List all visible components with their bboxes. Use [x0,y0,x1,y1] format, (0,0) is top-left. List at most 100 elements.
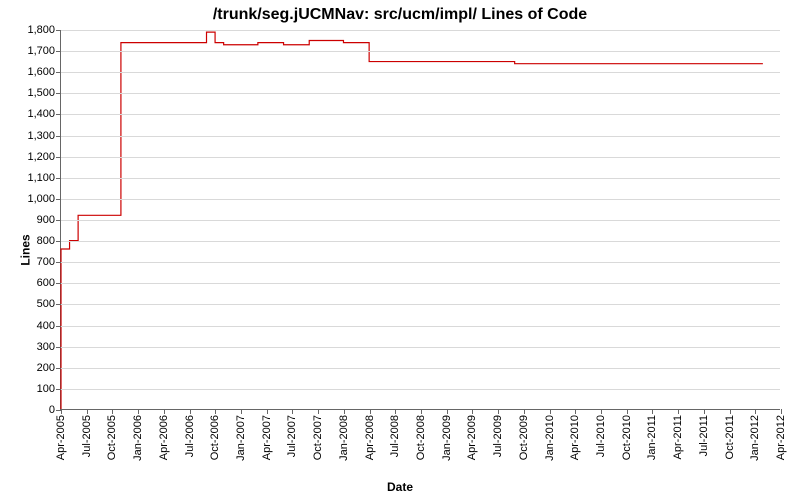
x-tick [550,409,551,414]
x-tick [215,409,216,414]
y-tick-label: 500 [37,298,55,310]
y-tick [56,199,61,200]
y-tick-label: 900 [37,214,55,226]
y-tick [56,157,61,158]
x-tick [755,409,756,414]
plot-area: 01002003004005006007008009001,0001,1001,… [60,30,780,410]
y-tick-label: 600 [37,277,55,289]
gridline [61,72,780,73]
x-tick-label: Apr-2011 [672,415,684,459]
x-tick-label: Jul-2009 [492,415,504,457]
x-tick [267,409,268,414]
gridline [61,51,780,52]
x-axis-label: Date [0,480,800,494]
gridline [61,326,780,327]
gridline [61,157,780,158]
x-tick-label: Apr-2009 [466,415,478,460]
x-tick-label: Jul-2011 [698,415,710,456]
x-tick [395,409,396,414]
y-tick [56,389,61,390]
gridline [61,283,780,284]
gridline [61,241,780,242]
gridline [61,136,780,137]
y-tick-label: 1,600 [27,66,55,78]
gridline [61,199,780,200]
y-tick-label: 1,100 [27,172,55,184]
gridline [61,389,780,390]
y-tick [56,72,61,73]
y-tick [56,51,61,52]
x-tick-label: Jan-2007 [235,415,247,461]
y-axis-label: Lines [19,234,33,265]
y-tick-label: 300 [37,341,55,353]
y-tick-label: 800 [37,235,55,247]
x-tick [164,409,165,414]
y-tick [56,368,61,369]
y-tick-label: 1,400 [27,108,55,120]
x-tick [524,409,525,414]
gridline [61,220,780,221]
x-tick [447,409,448,414]
x-tick-label: Apr-2006 [158,415,170,460]
x-tick-label: Oct-2010 [621,415,633,460]
y-tick-label: 1,000 [27,193,55,205]
x-tick [678,409,679,414]
x-tick-label: Oct-2006 [209,415,221,460]
y-tick-label: 100 [37,383,55,395]
x-tick [344,409,345,414]
y-tick [56,283,61,284]
x-tick [472,409,473,414]
gridline [61,368,780,369]
gridline [61,178,780,179]
y-tick-label: 1,200 [27,151,55,163]
x-tick [241,409,242,414]
y-tick [56,304,61,305]
gridline [61,30,780,31]
x-tick-label: Oct-2009 [518,415,530,460]
x-tick [370,409,371,414]
y-tick [56,178,61,179]
x-tick-label: Apr-2010 [569,415,581,460]
x-tick [781,409,782,414]
y-tick [56,114,61,115]
x-tick-label: Oct-2008 [415,415,427,460]
x-tick-label: Apr-2007 [261,415,273,460]
x-tick-label: Jul-2006 [184,415,196,457]
x-tick-label: Apr-2008 [364,415,376,460]
y-tick [56,241,61,242]
x-tick [112,409,113,414]
x-tick [292,409,293,414]
x-tick-label: Jan-2010 [544,415,556,461]
y-tick-label: 700 [37,256,55,268]
gridline [61,114,780,115]
y-tick [56,220,61,221]
x-tick-label: Jan-2009 [441,415,453,461]
x-tick [730,409,731,414]
x-tick-label: Jul-2005 [81,415,93,457]
y-tick-label: 200 [37,362,55,374]
y-tick [56,136,61,137]
y-tick-label: 1,500 [27,87,55,99]
x-tick [138,409,139,414]
y-tick [56,30,61,31]
y-tick-label: 1,300 [27,130,55,142]
x-tick-label: Apr-2012 [775,415,787,460]
x-tick-label: Apr-2005 [55,415,67,460]
x-tick-label: Jan-2012 [749,415,761,461]
x-tick [652,409,653,414]
x-tick-label: Jan-2011 [646,415,658,460]
x-tick-label: Jan-2006 [132,415,144,461]
x-tick [421,409,422,414]
y-tick [56,326,61,327]
y-tick [56,93,61,94]
x-tick-label: Jul-2010 [595,415,607,457]
x-tick-label: Jul-2007 [286,415,298,457]
x-tick-label: Oct-2011 [724,415,736,459]
gridline [61,93,780,94]
gridline [61,262,780,263]
x-tick [575,409,576,414]
chart-container: /trunk/seg.jUCMNav: src/ucm/impl/ Lines … [0,0,800,500]
x-tick [704,409,705,414]
x-tick [190,409,191,414]
chart-title: /trunk/seg.jUCMNav: src/ucm/impl/ Lines … [0,6,800,24]
